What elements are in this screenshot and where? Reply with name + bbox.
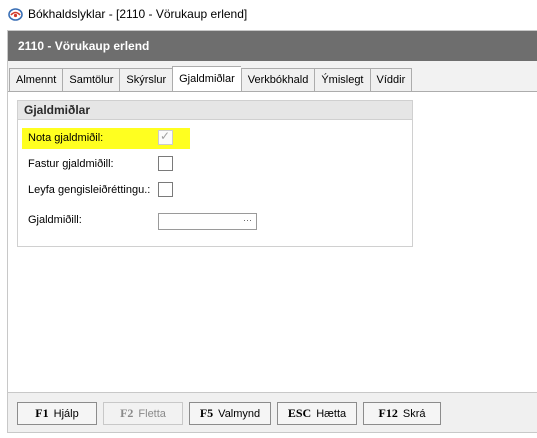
cancel-label: Hætta [316,408,347,420]
fastur-gjaldmidill-label: Fastur gjaldmiðill: [28,158,114,170]
window-titlebar: Bókhaldslyklar - [2110 - Vörukaup erlend… [0,0,537,29]
cancel-button[interactable]: ESC Hætta [277,402,357,425]
tab-skyrslur[interactable]: Skýrslur [119,68,173,92]
f1-key: F1 [35,406,49,420]
leyfa-gengisleidrettingu-label: Leyfa gengisleiðréttingu.: [28,184,151,196]
tab-verkbokhald[interactable]: Verkbókhald [240,68,315,92]
checkmark-icon: ✓ [160,129,171,143]
tab-content: Gjaldmiðlar Nota gjaldmiðil: ✓ Fastur gj… [8,92,537,392]
browse-button[interactable]: F2 Fletta [103,402,183,425]
ellipsis-button[interactable]: ··· [243,215,252,225]
save-label: Skrá [402,408,426,420]
tab-gjaldmidlar[interactable]: Gjaldmiðlar [172,66,241,92]
footer-bar: F1 Hjálp F2 Fletta F5 Valmynd ESC Hætta F12 S… [7,392,537,433]
gjaldmidill-label: Gjaldmiðill: [28,214,82,226]
tab-almennt[interactable]: Almennt [9,68,63,92]
f12-key: F12 [378,406,398,420]
nota-gjaldmidil-label: Nota gjaldmiðil: [28,132,104,144]
fastur-gjaldmidill-checkbox[interactable] [158,156,173,171]
tab-viddir[interactable]: Víddir [369,68,413,92]
tab-bar: Almennt Samtölur Skýrslur Gjaldmiðlar Ve… [9,66,413,92]
gjaldmidill-input[interactable]: ··· [158,213,257,230]
esc-key: ESC [287,406,312,420]
menu-button[interactable]: F5 Valmynd [189,402,271,425]
menu-label: Valmynd [218,408,261,420]
tab-samtolur[interactable]: Samtölur [62,68,120,92]
help-label: Hjálp [53,408,79,420]
leyfa-gengisleidrettingu-checkbox[interactable] [158,182,173,197]
browse-label: Fletta [138,408,166,420]
groupbox-title: Gjaldmiðlar [18,101,412,120]
form-header: 2110 - Vörukaup erlend [8,31,537,61]
window-title: Bókhaldslyklar - [2110 - Vörukaup erlend… [28,7,248,21]
form-title: 2110 - Vörukaup erlend [18,39,150,53]
f2-key: F2 [120,406,134,420]
f5-key: F5 [199,406,214,420]
form-frame: 2110 - Vörukaup erlend Almennt Samtölur … [7,30,537,392]
help-button[interactable]: F1 Hjálp [17,402,97,425]
save-button[interactable]: F12 Skrá [363,402,441,425]
currency-groupbox: Gjaldmiðlar Nota gjaldmiðil: ✓ Fastur gj… [17,100,413,247]
app-logo-icon [8,8,23,21]
nota-gjaldmidil-checkbox[interactable]: ✓ [158,129,173,145]
tab-ymislegt[interactable]: Ýmislegt [314,68,370,92]
